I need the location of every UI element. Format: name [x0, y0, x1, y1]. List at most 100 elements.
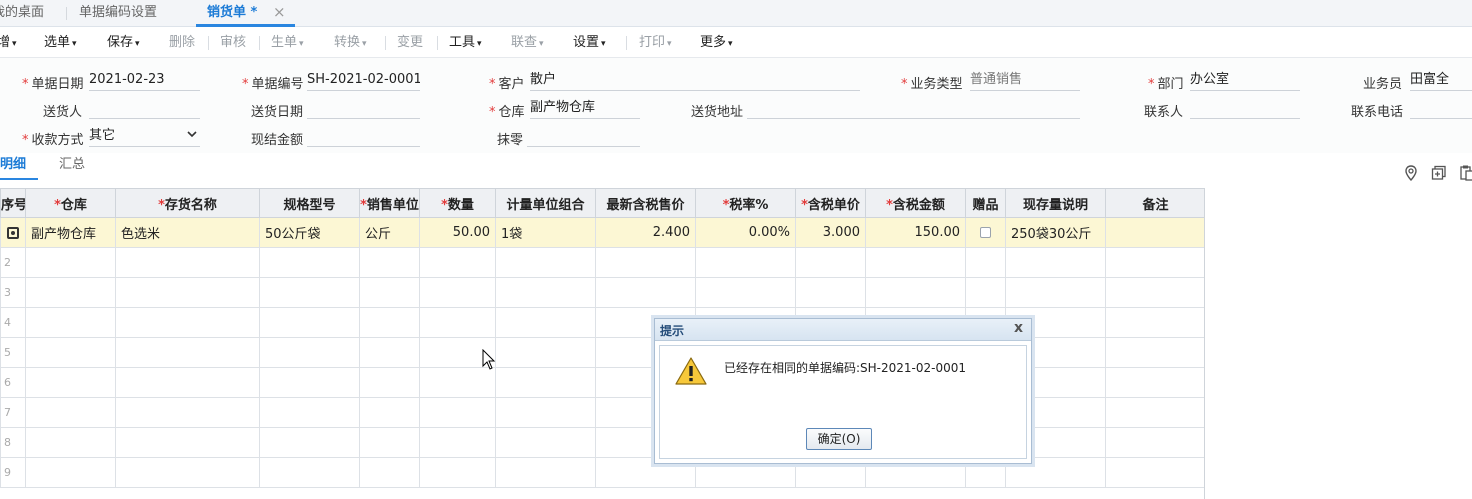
grid-cell[interactable] [359, 277, 420, 308]
grid-cell[interactable] [259, 277, 360, 308]
grid-cell[interactable] [1105, 337, 1204, 368]
grid-cell[interactable] [115, 457, 260, 488]
cell-stock-desc[interactable]: 250袋30公斤 [1005, 217, 1106, 248]
cell-spec[interactable]: 50公斤袋 [259, 217, 360, 248]
gift-checkbox[interactable] [980, 227, 991, 238]
col-header[interactable]: *税率% [695, 188, 796, 218]
cell-sales-unit[interactable]: 公斤 [359, 217, 420, 248]
grid-cell[interactable] [1105, 427, 1204, 458]
cell-unit-combo[interactable]: 1袋 [495, 217, 596, 248]
grid-cell[interactable] [25, 367, 116, 398]
tab-desktop[interactable]: 我的桌面 [0, 0, 44, 27]
tab-close-icon[interactable]: × [273, 0, 286, 27]
col-header[interactable]: *存货名称 [115, 188, 260, 218]
grid-cell[interactable] [1105, 307, 1204, 338]
grid-cell[interactable] [495, 247, 596, 278]
row-settings-cell[interactable] [0, 217, 26, 248]
grid-cell[interactable] [359, 457, 420, 488]
audit-button[interactable]: 审核 [220, 28, 246, 58]
grid-cell[interactable] [115, 337, 260, 368]
grid-cell[interactable] [865, 277, 966, 308]
grid-cell[interactable] [419, 427, 496, 458]
grid-cell[interactable] [25, 247, 116, 278]
deliverer-field[interactable] [89, 99, 200, 119]
grid-cell[interactable] [359, 307, 420, 338]
grid-cell[interactable] [259, 337, 360, 368]
grid-cell[interactable] [419, 367, 496, 398]
salesman-field[interactable]: 田富全 [1410, 71, 1472, 91]
cell-unit-price[interactable]: 3.000 [795, 217, 866, 248]
doc-date-field[interactable]: 2021-02-23 [89, 71, 200, 91]
grid-cell[interactable] [359, 397, 420, 428]
more-button[interactable]: 更多 ▾ [700, 28, 733, 58]
grid-cell[interactable] [419, 457, 496, 488]
generate-button[interactable]: 生单 ▾ [271, 28, 304, 58]
grid-cell[interactable] [25, 277, 116, 308]
grid-cell[interactable] [259, 367, 360, 398]
grid-cell[interactable] [25, 397, 116, 428]
location-pin-icon[interactable] [1402, 164, 1420, 182]
grid-cell[interactable] [495, 427, 596, 458]
grid-cell[interactable] [495, 397, 596, 428]
col-header[interactable]: 序号 [0, 188, 26, 218]
grid-cell[interactable] [495, 337, 596, 368]
col-header[interactable]: 现存量说明 [1005, 188, 1106, 218]
col-header[interactable]: 规格型号 [259, 188, 360, 218]
grid-cell[interactable] [115, 367, 260, 398]
grid-cell[interactable] [359, 427, 420, 458]
grid-cell[interactable] [259, 397, 360, 428]
grid-cell[interactable] [115, 427, 260, 458]
grid-cell[interactable] [115, 397, 260, 428]
grid-cell[interactable] [359, 337, 420, 368]
col-header[interactable]: 计量单位组合 [495, 188, 596, 218]
grid-cell[interactable] [25, 427, 116, 458]
grid-cell[interactable] [115, 307, 260, 338]
cell-warehouse[interactable]: 副产物仓库 [25, 217, 116, 248]
cell-latest-price[interactable]: 2.400 [595, 217, 696, 248]
grid-cell[interactable] [25, 457, 116, 488]
col-header[interactable]: 最新含税售价 [595, 188, 696, 218]
cash-amount-field[interactable] [307, 127, 420, 147]
linkquery-button[interactable]: 联查 ▾ [511, 28, 544, 58]
grid-cell[interactable] [419, 277, 496, 308]
grid-cell[interactable] [495, 457, 596, 488]
grid-cell[interactable] [25, 307, 116, 338]
grid-cell[interactable] [495, 277, 596, 308]
dialog-close-icon[interactable]: x [1014, 320, 1023, 336]
cell-remark[interactable] [1105, 217, 1204, 248]
grid-cell[interactable] [1005, 277, 1106, 308]
grid-cell[interactable] [495, 307, 596, 338]
paste-icon[interactable] [1458, 164, 1472, 182]
doc-no-field[interactable]: SH-2021-02-0001 [307, 71, 420, 91]
change-button[interactable]: 变更 [397, 28, 423, 58]
delete-button[interactable]: 删除 [169, 28, 195, 58]
row-settings-icon[interactable] [7, 226, 19, 239]
delivery-date-field[interactable] [307, 99, 420, 119]
grid-cell[interactable] [695, 277, 796, 308]
ok-button[interactable]: 确定(O) [806, 428, 872, 450]
col-header[interactable]: 赠品 [965, 188, 1006, 218]
grid-cell[interactable] [115, 247, 260, 278]
grid-cell[interactable] [259, 307, 360, 338]
contact-field[interactable] [1190, 99, 1300, 119]
grid-cell[interactable] [1105, 367, 1204, 398]
grid-cell[interactable] [259, 457, 360, 488]
grid-cell[interactable] [595, 277, 696, 308]
grid-cell[interactable] [359, 367, 420, 398]
add-row-icon[interactable] [1430, 164, 1448, 182]
grid-cell[interactable] [419, 397, 496, 428]
grid-cell[interactable] [259, 427, 360, 458]
grid-cell[interactable] [1005, 247, 1106, 278]
cell-qty[interactable]: 50.00 [419, 217, 496, 248]
subtab-detail[interactable]: 明细 [0, 155, 38, 180]
save-button[interactable]: 保存 ▾ [107, 28, 140, 58]
biz-type-field[interactable]: 普通销售 [970, 71, 1080, 91]
col-header[interactable]: *含税金额 [865, 188, 966, 218]
cell-gift[interactable] [965, 217, 1006, 248]
grid-cell[interactable] [965, 247, 1006, 278]
grid-cell[interactable] [695, 247, 796, 278]
grid-cell[interactable] [1105, 247, 1204, 278]
grid-cell[interactable] [495, 367, 596, 398]
print-button[interactable]: 打印 ▾ [639, 28, 672, 58]
rounding-field[interactable] [527, 127, 640, 147]
